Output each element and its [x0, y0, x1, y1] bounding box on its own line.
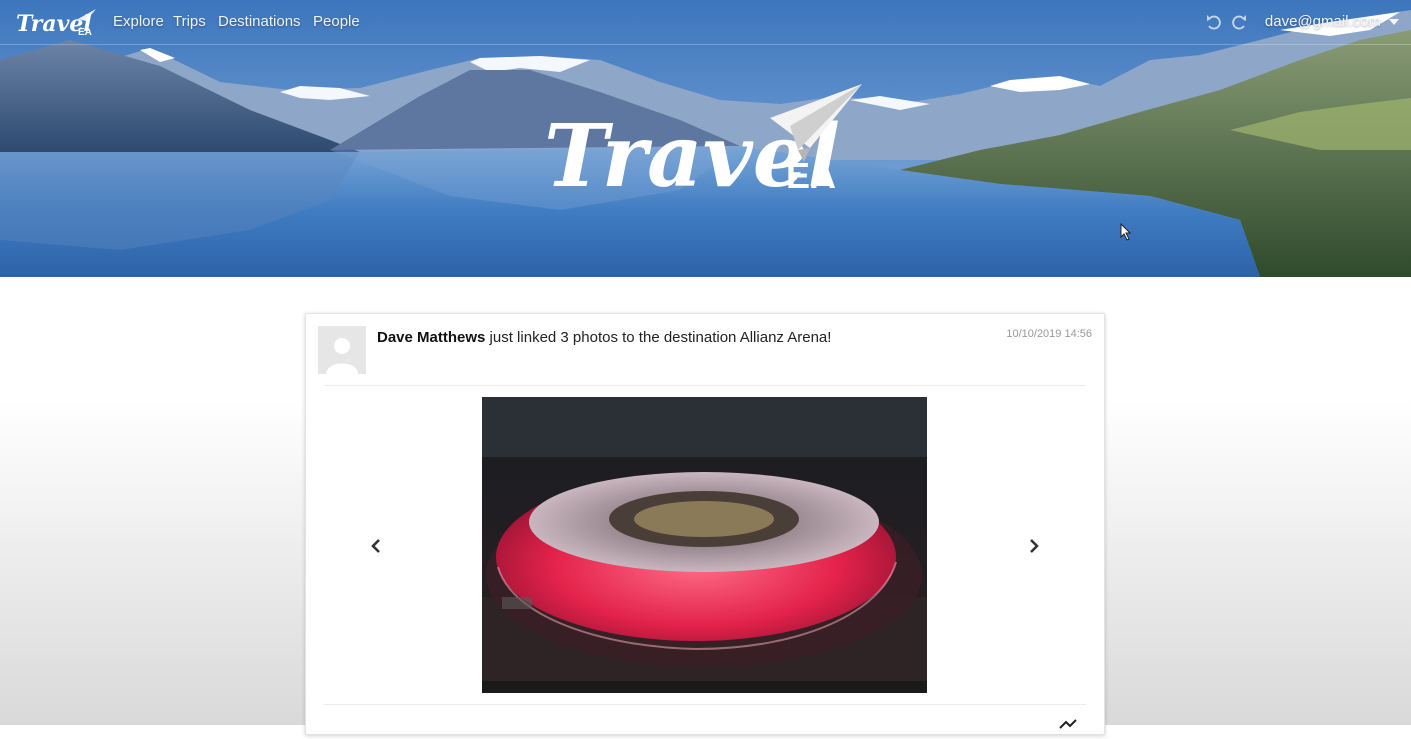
carousel-prev-button[interactable] — [368, 538, 384, 554]
user-placeholder-icon — [318, 326, 366, 374]
post-timestamp: 10/10/2019 14:56 — [1006, 328, 1092, 340]
carousel-photo[interactable] — [482, 397, 927, 693]
post-author-name[interactable]: Dave Matthews — [377, 329, 485, 346]
undo-icon[interactable] — [1204, 12, 1224, 32]
user-email: dave@gmail.com — [1264, 13, 1381, 30]
stadium-photo — [482, 397, 927, 693]
post-message: just linked 3 photos to the destination … — [489, 329, 832, 346]
like-icon[interactable] — [1058, 718, 1078, 734]
chevron-right-icon — [1030, 539, 1039, 553]
divider — [324, 385, 1086, 386]
hero-logo: Travel EA — [540, 78, 870, 207]
top-navbar: Travel EA Explore Trips Destinations Peo… — [0, 0, 1411, 45]
nav-trips[interactable]: Trips — [173, 13, 206, 30]
nav-destinations[interactable]: Destinations — [218, 13, 301, 30]
feed-item-card: Dave Matthews just linked 3 photos to th… — [305, 313, 1105, 735]
nav-people[interactable]: People — [313, 13, 360, 30]
brand-logo[interactable]: Travel EA — [16, 5, 98, 41]
activity-message: Dave Matthews just linked 3 photos to th… — [377, 329, 831, 346]
mouse-cursor-icon — [1120, 222, 1132, 241]
avatar[interactable] — [318, 326, 366, 374]
redo-icon[interactable] — [1229, 12, 1249, 32]
nav-explore[interactable]: Explore — [113, 13, 164, 30]
chevron-left-icon — [371, 539, 380, 553]
brand-suffix: EA — [78, 27, 92, 38]
carousel-next-button[interactable] — [1026, 538, 1042, 554]
chevron-down-icon — [1389, 19, 1399, 26]
hero-logo-suffix: EA — [786, 155, 836, 196]
divider — [324, 704, 1086, 705]
user-menu-dropdown[interactable]: dave@gmail.com — [1265, 13, 1399, 30]
